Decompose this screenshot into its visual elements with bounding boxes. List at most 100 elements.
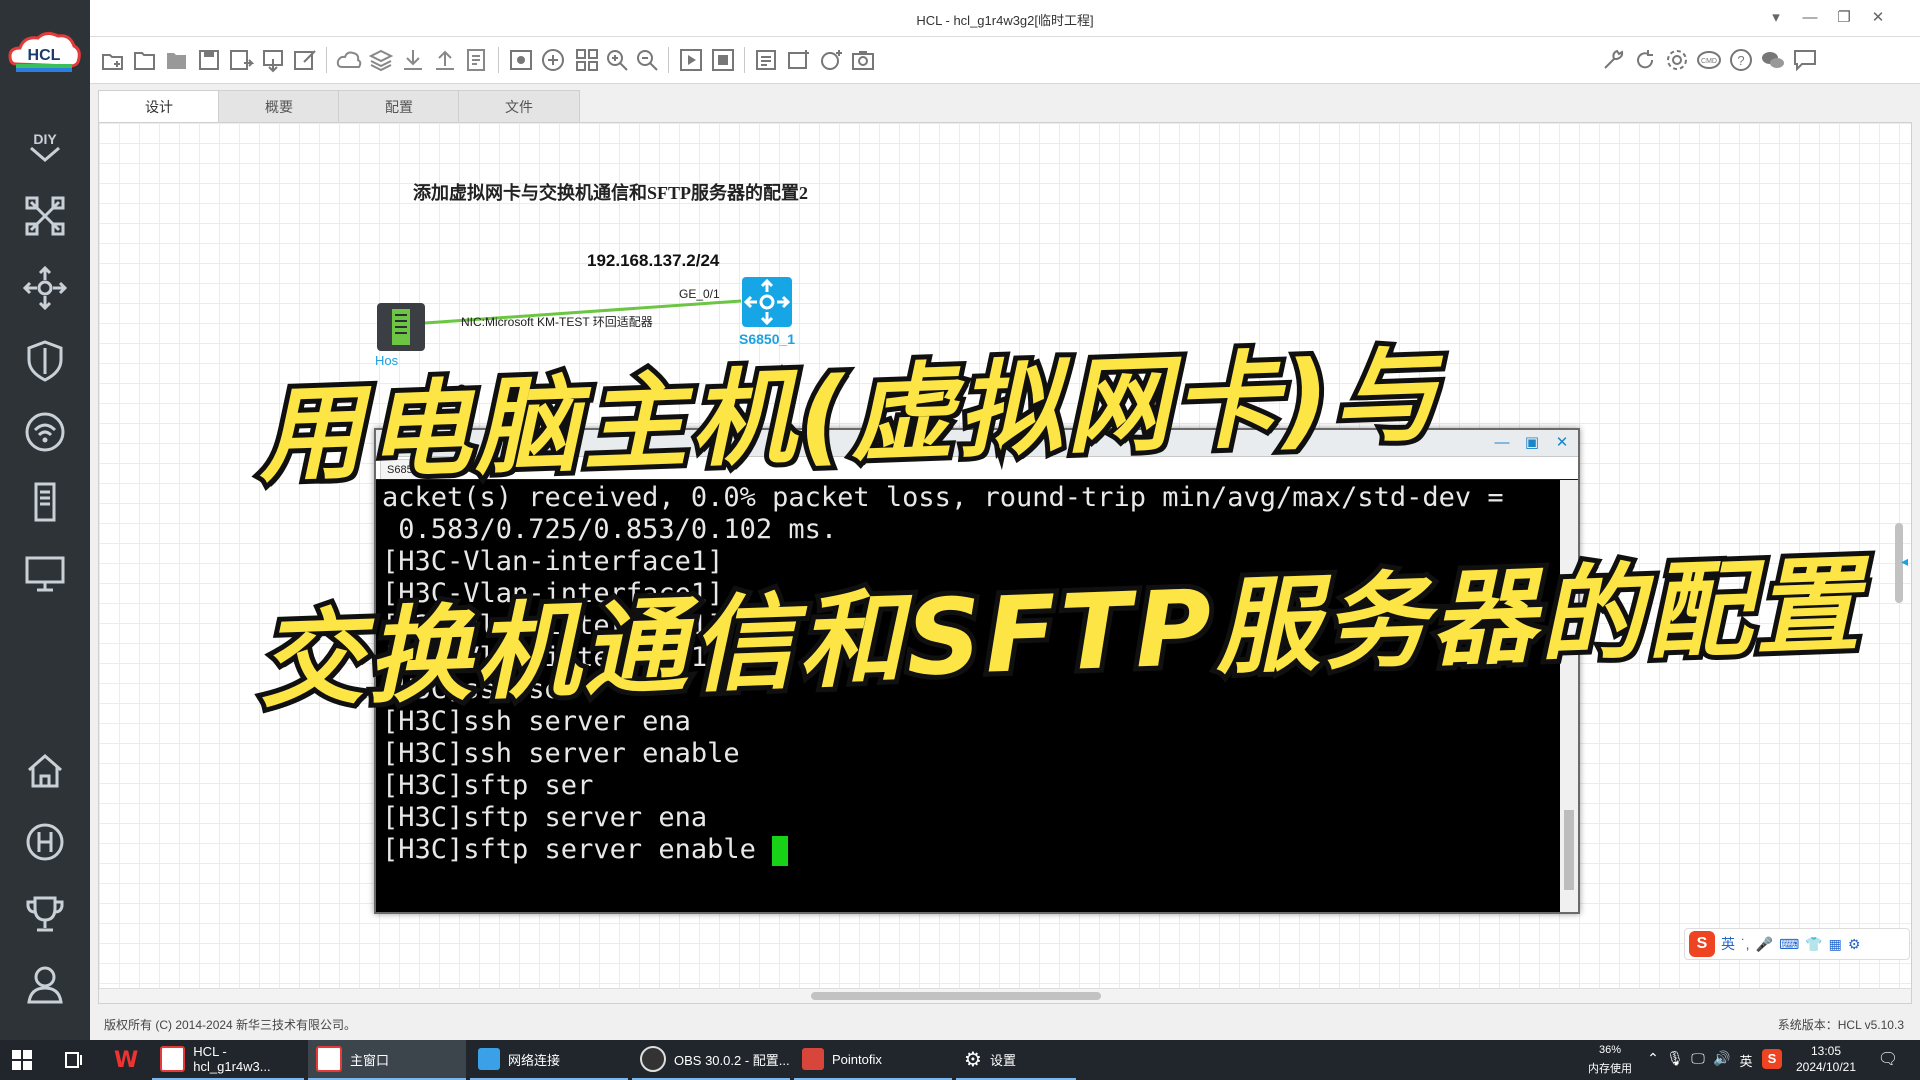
settings-gear-icon[interactable] <box>1664 47 1690 73</box>
close-icon[interactable]: ✕ <box>1864 6 1892 30</box>
log-icon[interactable] <box>464 47 490 73</box>
start-all-icon[interactable] <box>678 47 704 73</box>
tab-summary[interactable]: 概要 <box>218 90 340 123</box>
tools-icon[interactable] <box>1600 47 1626 73</box>
router-icon[interactable] <box>19 262 71 314</box>
network-tray-icon[interactable]: 🖵 <box>1688 1050 1708 1067</box>
topology-view-icon[interactable] <box>540 47 566 73</box>
cli-scroll-thumb[interactable] <box>1564 810 1574 890</box>
export-icon[interactable] <box>260 47 286 73</box>
new-project-icon[interactable] <box>100 47 126 73</box>
server-icon[interactable] <box>19 476 71 528</box>
h3c-logo-icon[interactable] <box>19 816 71 868</box>
tab-design[interactable]: 设计 <box>98 90 220 123</box>
tab-config[interactable]: 配置 <box>338 90 460 123</box>
edit-icon[interactable] <box>292 47 318 73</box>
ime-keyboard-icon[interactable]: ⌨ <box>1779 936 1799 953</box>
taskbar-app-obs[interactable]: OBS 30.0.2 - 配置... <box>632 1040 790 1080</box>
switch-icon[interactable] <box>741 276 793 328</box>
restore-icon[interactable]: ❐ <box>1830 6 1858 30</box>
home-icon[interactable] <box>19 744 71 796</box>
wechat-icon[interactable] <box>1760 47 1786 73</box>
download-icon[interactable] <box>400 47 426 73</box>
ime-microphone-icon[interactable]: 🎤 <box>1756 936 1773 953</box>
collapse-panel-icon[interactable]: ◂ <box>1901 553 1911 573</box>
taskbar-app-label: HCL - hcl_g1r4w3... <box>193 1044 271 1074</box>
tab-files[interactable]: 文件 <box>458 90 580 123</box>
ellipse-icon[interactable] <box>818 47 844 73</box>
windows-logo-icon <box>12 1050 32 1070</box>
diagram-title: 添加虚拟网卡与交换机通信和SFTP服务器的配置2 <box>413 183 809 203</box>
ime-language[interactable]: 英 <box>1721 934 1735 954</box>
cli-minimize-icon[interactable]: — <box>1488 432 1516 454</box>
taskbar-app-main-window[interactable]: 主窗口 <box>308 1040 466 1080</box>
ime-punctuation-icon[interactable]: ˙, <box>1741 936 1750 952</box>
main-toolbar: CMD ? <box>90 37 1920 84</box>
screenshot-icon[interactable] <box>850 47 876 73</box>
cli-line: [H3C]sftp ser <box>382 770 594 801</box>
cli-close-icon[interactable]: ✕ <box>1548 432 1576 454</box>
security-shield-icon[interactable] <box>19 334 71 386</box>
rectangle-icon[interactable] <box>786 47 812 73</box>
canvas-horizontal-scrollbar[interactable] <box>99 988 1911 1003</box>
user-icon[interactable] <box>19 958 71 1010</box>
taskbar-app-hcl[interactable]: HCL - hcl_g1r4w3... <box>152 1040 304 1080</box>
zoom-out-icon[interactable] <box>634 47 660 73</box>
memory-percent: 36% <box>1598 1044 1622 1056</box>
copyright-text: 版权所有 (C) 2014-2024 新华三技术有限公司。 <box>104 1018 357 1032</box>
taskbar-app-pointofix[interactable]: Pointofix <box>794 1040 952 1080</box>
capture-icon[interactable] <box>508 47 534 73</box>
hcl-logo: HCL <box>8 30 82 80</box>
text-box-icon[interactable] <box>754 47 780 73</box>
refresh-icon[interactable] <box>1632 47 1658 73</box>
layers-icon[interactable] <box>368 47 394 73</box>
sogou-tray-icon[interactable]: S <box>1762 1049 1782 1069</box>
hcl-app-icon <box>160 1046 186 1072</box>
cloud-icon[interactable] <box>336 47 362 73</box>
save-icon[interactable] <box>196 47 222 73</box>
taskbar-app-label: Pointofix <box>832 1051 882 1067</box>
taskbar-app-label: OBS 30.0.2 - 配置... <box>674 1052 790 1068</box>
cli-maximize-icon[interactable]: ▣ <box>1518 432 1546 454</box>
network-topology-icon[interactable] <box>19 190 71 242</box>
clock-date[interactable]: 2024/10/21 <box>1788 1060 1864 1074</box>
zoom-in-icon[interactable] <box>604 47 630 73</box>
cli-input-line[interactable]: [H3C]sftp server enable <box>382 834 1554 866</box>
sogou-ime-icon[interactable]: S <box>1689 931 1715 957</box>
obs-icon <box>640 1046 666 1072</box>
open-project-icon[interactable] <box>132 47 158 73</box>
tray-expand-icon[interactable]: ⌃ <box>1644 1050 1662 1067</box>
start-button[interactable] <box>0 1040 46 1080</box>
trophy-icon[interactable] <box>19 888 71 940</box>
microphone-icon[interactable]: 🎙 <box>1666 1050 1684 1067</box>
taskbar-app-network[interactable]: 网络连接 <box>470 1040 628 1080</box>
upload-icon[interactable] <box>432 47 458 73</box>
task-view-button[interactable] <box>56 1040 96 1080</box>
grid-icon[interactable] <box>574 47 600 73</box>
input-language[interactable]: 英 <box>1736 1051 1756 1070</box>
dropdown-menu-icon[interactable]: ▾ <box>1762 6 1790 30</box>
clock-time[interactable]: 13:05 <box>1788 1044 1864 1058</box>
volume-icon[interactable]: 🔊 <box>1712 1050 1732 1067</box>
windows-taskbar: W HCL - hcl_g1r4w3... 主窗口 网络连接 OBS 30.0.… <box>0 1040 1920 1080</box>
help-icon[interactable]: ? <box>1728 47 1754 73</box>
ime-toolbar[interactable]: S 英 ˙, 🎤 ⌨ 👕 ▦ ⚙ <box>1684 928 1910 960</box>
minimize-icon[interactable]: — <box>1796 6 1824 30</box>
save-as-icon[interactable] <box>228 47 255 73</box>
stop-all-icon[interactable] <box>710 47 736 73</box>
ime-menu-icon[interactable]: ⚙ <box>1848 936 1861 953</box>
cmd-icon[interactable]: CMD <box>1696 47 1722 73</box>
diy-icon[interactable]: DIY <box>19 120 71 172</box>
folder-icon[interactable] <box>164 47 190 73</box>
wps-icon: W <box>114 1047 139 1073</box>
feedback-icon[interactable] <box>1792 47 1818 73</box>
terminal-host-icon[interactable] <box>19 548 71 600</box>
cli-current-command: [H3C]sftp server enable <box>382 834 773 865</box>
taskbar-app-settings[interactable]: ⚙ 设置 <box>956 1040 1076 1080</box>
wps-app[interactable]: W <box>106 1040 152 1080</box>
notification-icon[interactable]: 🗨 <box>1876 1049 1900 1069</box>
ime-skin-icon[interactable]: 👕 <box>1805 936 1822 953</box>
ime-apps-icon[interactable]: ▦ <box>1829 936 1842 953</box>
wireless-icon[interactable] <box>19 406 71 458</box>
scroll-thumb[interactable] <box>811 992 1101 1000</box>
